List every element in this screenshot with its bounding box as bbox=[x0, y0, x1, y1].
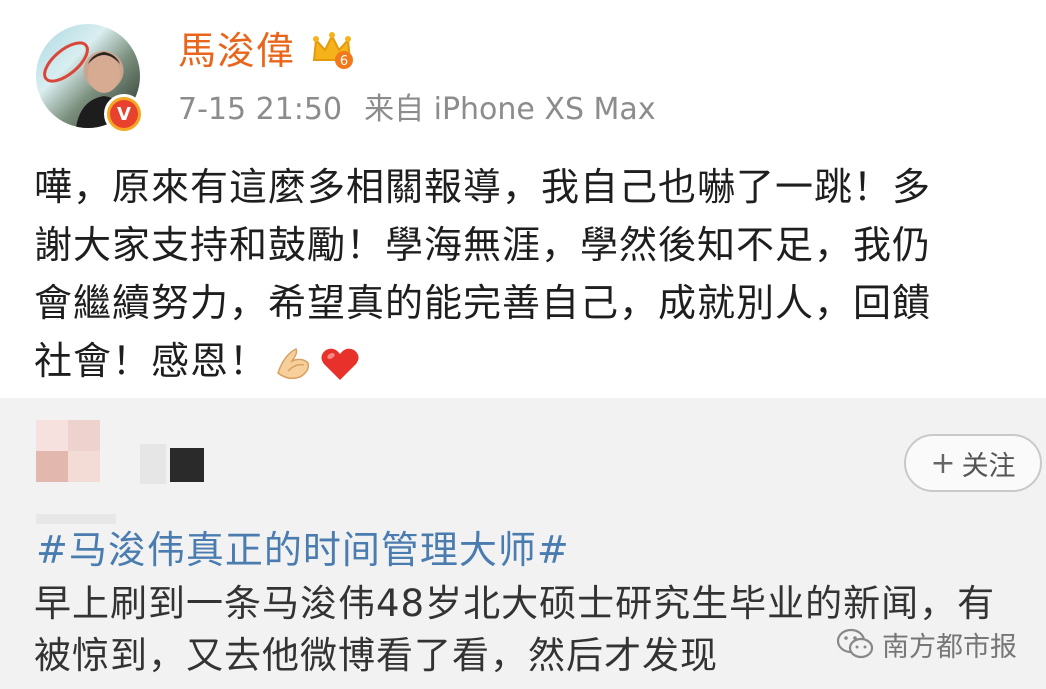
username[interactable]: 馬浚偉 bbox=[178, 28, 295, 74]
vip-crown-icon: 6 bbox=[312, 32, 353, 69]
post-line: 會繼續努力，希望真的能完善自己，成就別人，回饋 bbox=[34, 281, 932, 325]
member-level: 6 bbox=[340, 54, 348, 69]
post-line-last: 社會！感恩！ bbox=[34, 332, 1024, 390]
hashtag-link[interactable]: #马浚伟真正的时间管理大师# bbox=[36, 524, 570, 576]
post-body: 嘩，原來有這麼多相關報導，我自己也嚇了一跳！多 謝大家支持和鼓勵！學海無涯，學然… bbox=[34, 158, 1024, 390]
watermark: 南方都市报 bbox=[836, 624, 1017, 664]
blurred-username-mark bbox=[170, 448, 204, 482]
post-meta: 7-15 21:50 来自 iPhone XS Max bbox=[178, 90, 678, 130]
post-line-text: 社會！感恩！ bbox=[34, 339, 269, 383]
blurred-username bbox=[140, 444, 166, 484]
praying-hands-icon bbox=[277, 347, 310, 379]
follow-label: 关注 bbox=[961, 450, 1016, 482]
weibo-post: V 馬浚偉 6 7-15 21:50 来自 iPhone XS Max 嘩，原來有… bbox=[0, 0, 1046, 398]
repost-line: 早上刷到一条马浚伟48岁北大硕士研究生毕业的新闻，有 bbox=[34, 582, 996, 625]
plus-icon: + bbox=[930, 445, 956, 481]
repost-card[interactable]: + 关注 #马浚伟真正的时间管理大师# 早上刷到一条马浚伟48岁北大硕士研究生毕业… bbox=[0, 398, 1046, 689]
post-line: 謝大家支持和鼓勵！學海無涯，學然後知不足，我仍 bbox=[34, 223, 932, 267]
post-source[interactable]: 来自 iPhone XS Max bbox=[364, 92, 656, 127]
blurred-avatar bbox=[36, 420, 100, 482]
red-heart-icon bbox=[321, 348, 359, 380]
blurred-text-fragment bbox=[36, 514, 116, 524]
verified-v-icon: V bbox=[110, 100, 138, 128]
follow-button[interactable]: + 关注 bbox=[904, 434, 1042, 492]
post-line: 嘩，原來有這麼多相關報導，我自己也嚇了一跳！多 bbox=[34, 165, 932, 209]
post-time: 7-15 21:50 bbox=[178, 92, 343, 127]
watermark-text: 南方都市报 bbox=[882, 631, 1017, 663]
verified-badge-icon: V bbox=[104, 94, 144, 134]
wechat-icon bbox=[836, 628, 874, 659]
